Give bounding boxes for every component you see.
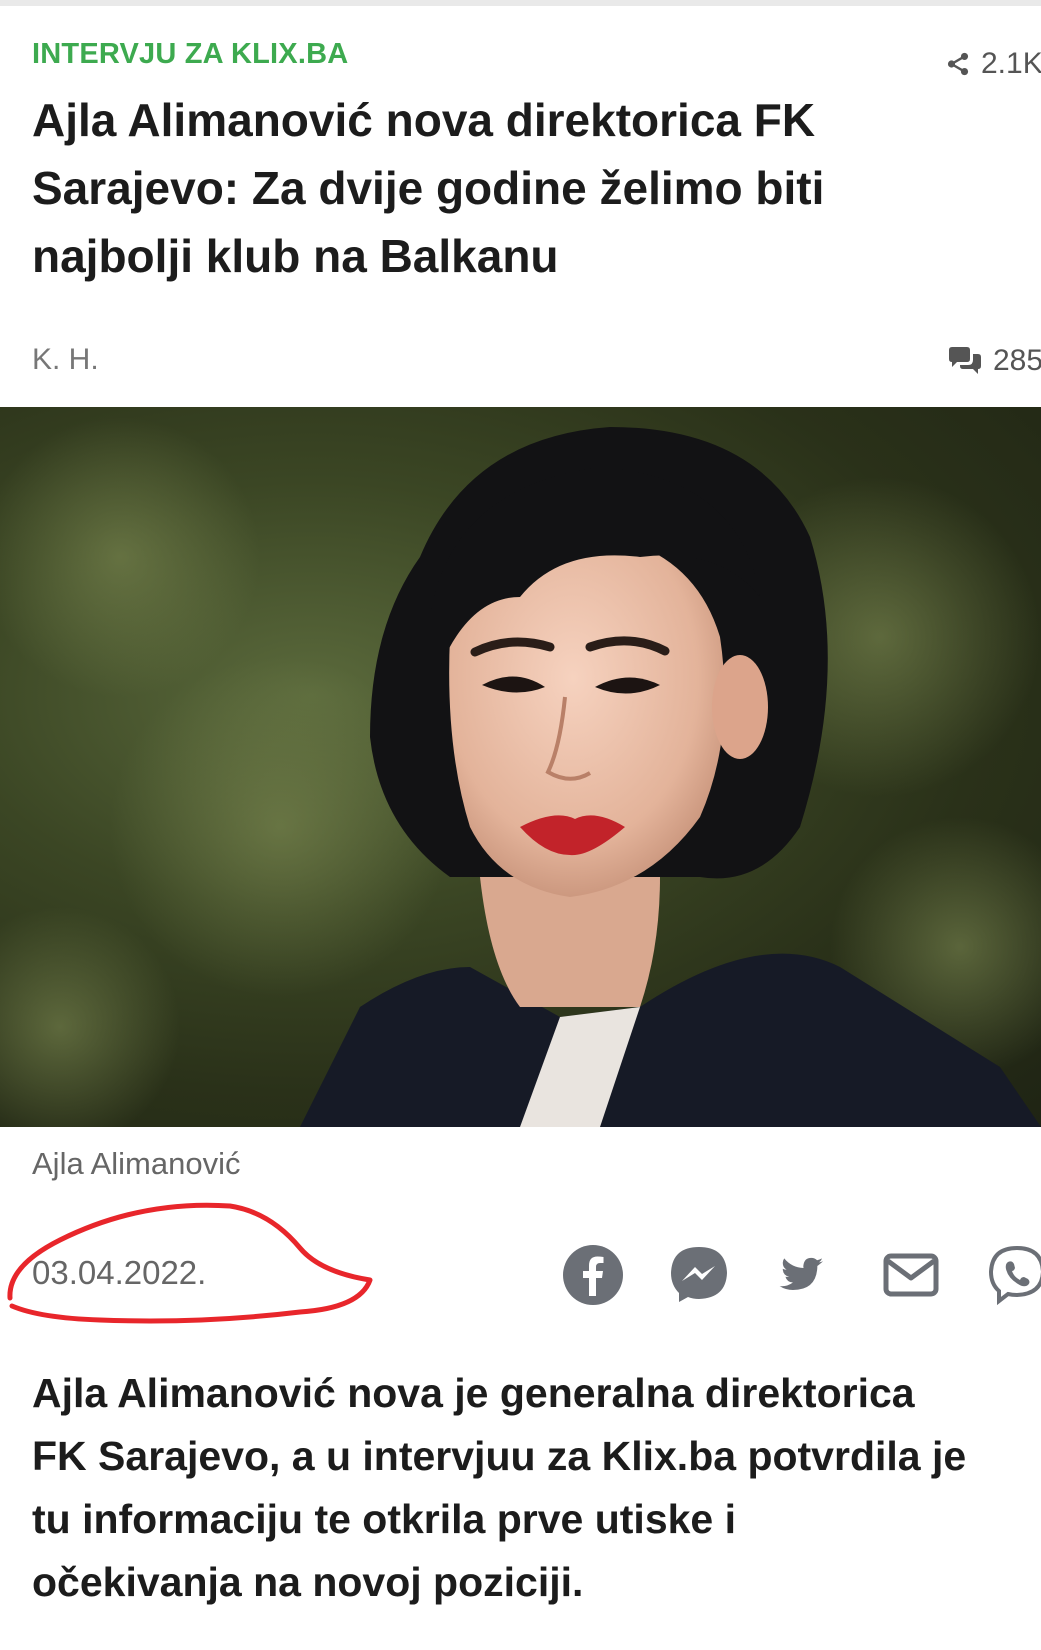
lead-line: tu informaciju te otkrila prve utiske i xyxy=(32,1496,737,1542)
author-name[interactable]: K. H. xyxy=(32,343,99,377)
comments-icon xyxy=(949,347,981,374)
publish-date: 03.04.2022. xyxy=(32,1254,207,1291)
email-share-button[interactable] xyxy=(878,1242,944,1308)
article-photo[interactable] xyxy=(0,407,1041,1127)
viber-share-button[interactable] xyxy=(984,1242,1041,1308)
portrait-image xyxy=(0,417,1041,1127)
photo-caption: Ajla Alimanović xyxy=(32,1146,241,1181)
share-buttons xyxy=(560,1240,1041,1310)
share-icon xyxy=(947,52,969,76)
lead-line: FK Sarajevo, a u intervjuu za Klix.ba po… xyxy=(32,1433,967,1479)
headline-line: Sarajevo: Za dvije godine želimo biti xyxy=(32,162,825,214)
headline-line: najbolji klub na Balkanu xyxy=(32,230,559,282)
category-label[interactable]: INTERVJU ZA KLIX.BA xyxy=(32,38,348,71)
twitter-icon xyxy=(779,1257,824,1290)
messenger-share-button[interactable] xyxy=(666,1242,732,1308)
facebook-icon xyxy=(563,1245,623,1305)
comment-count[interactable]: 285 xyxy=(947,340,1041,382)
comment-count-value: 285 xyxy=(993,344,1041,377)
share-count[interactable]: 2.1K xyxy=(945,44,1041,84)
lead-line: Ajla Alimanović nova je generalna direkt… xyxy=(32,1370,915,1416)
share-count-value: 2.1K xyxy=(981,47,1041,80)
email-icon xyxy=(883,1253,939,1297)
article-headline: Ajla Alimanović nova direktorica FK Sara… xyxy=(32,86,962,290)
messenger-icon xyxy=(671,1247,727,1302)
top-divider xyxy=(0,0,1041,6)
facebook-share-button[interactable] xyxy=(560,1242,626,1308)
twitter-share-button[interactable] xyxy=(772,1242,838,1308)
viber-icon xyxy=(988,1245,1041,1306)
article-lead: Ajla Alimanović nova je generalna direkt… xyxy=(32,1362,1041,1614)
lead-line: očekivanja na novoj poziciji. xyxy=(32,1559,584,1605)
headline-line: Ajla Alimanović nova direktorica FK xyxy=(32,94,816,146)
